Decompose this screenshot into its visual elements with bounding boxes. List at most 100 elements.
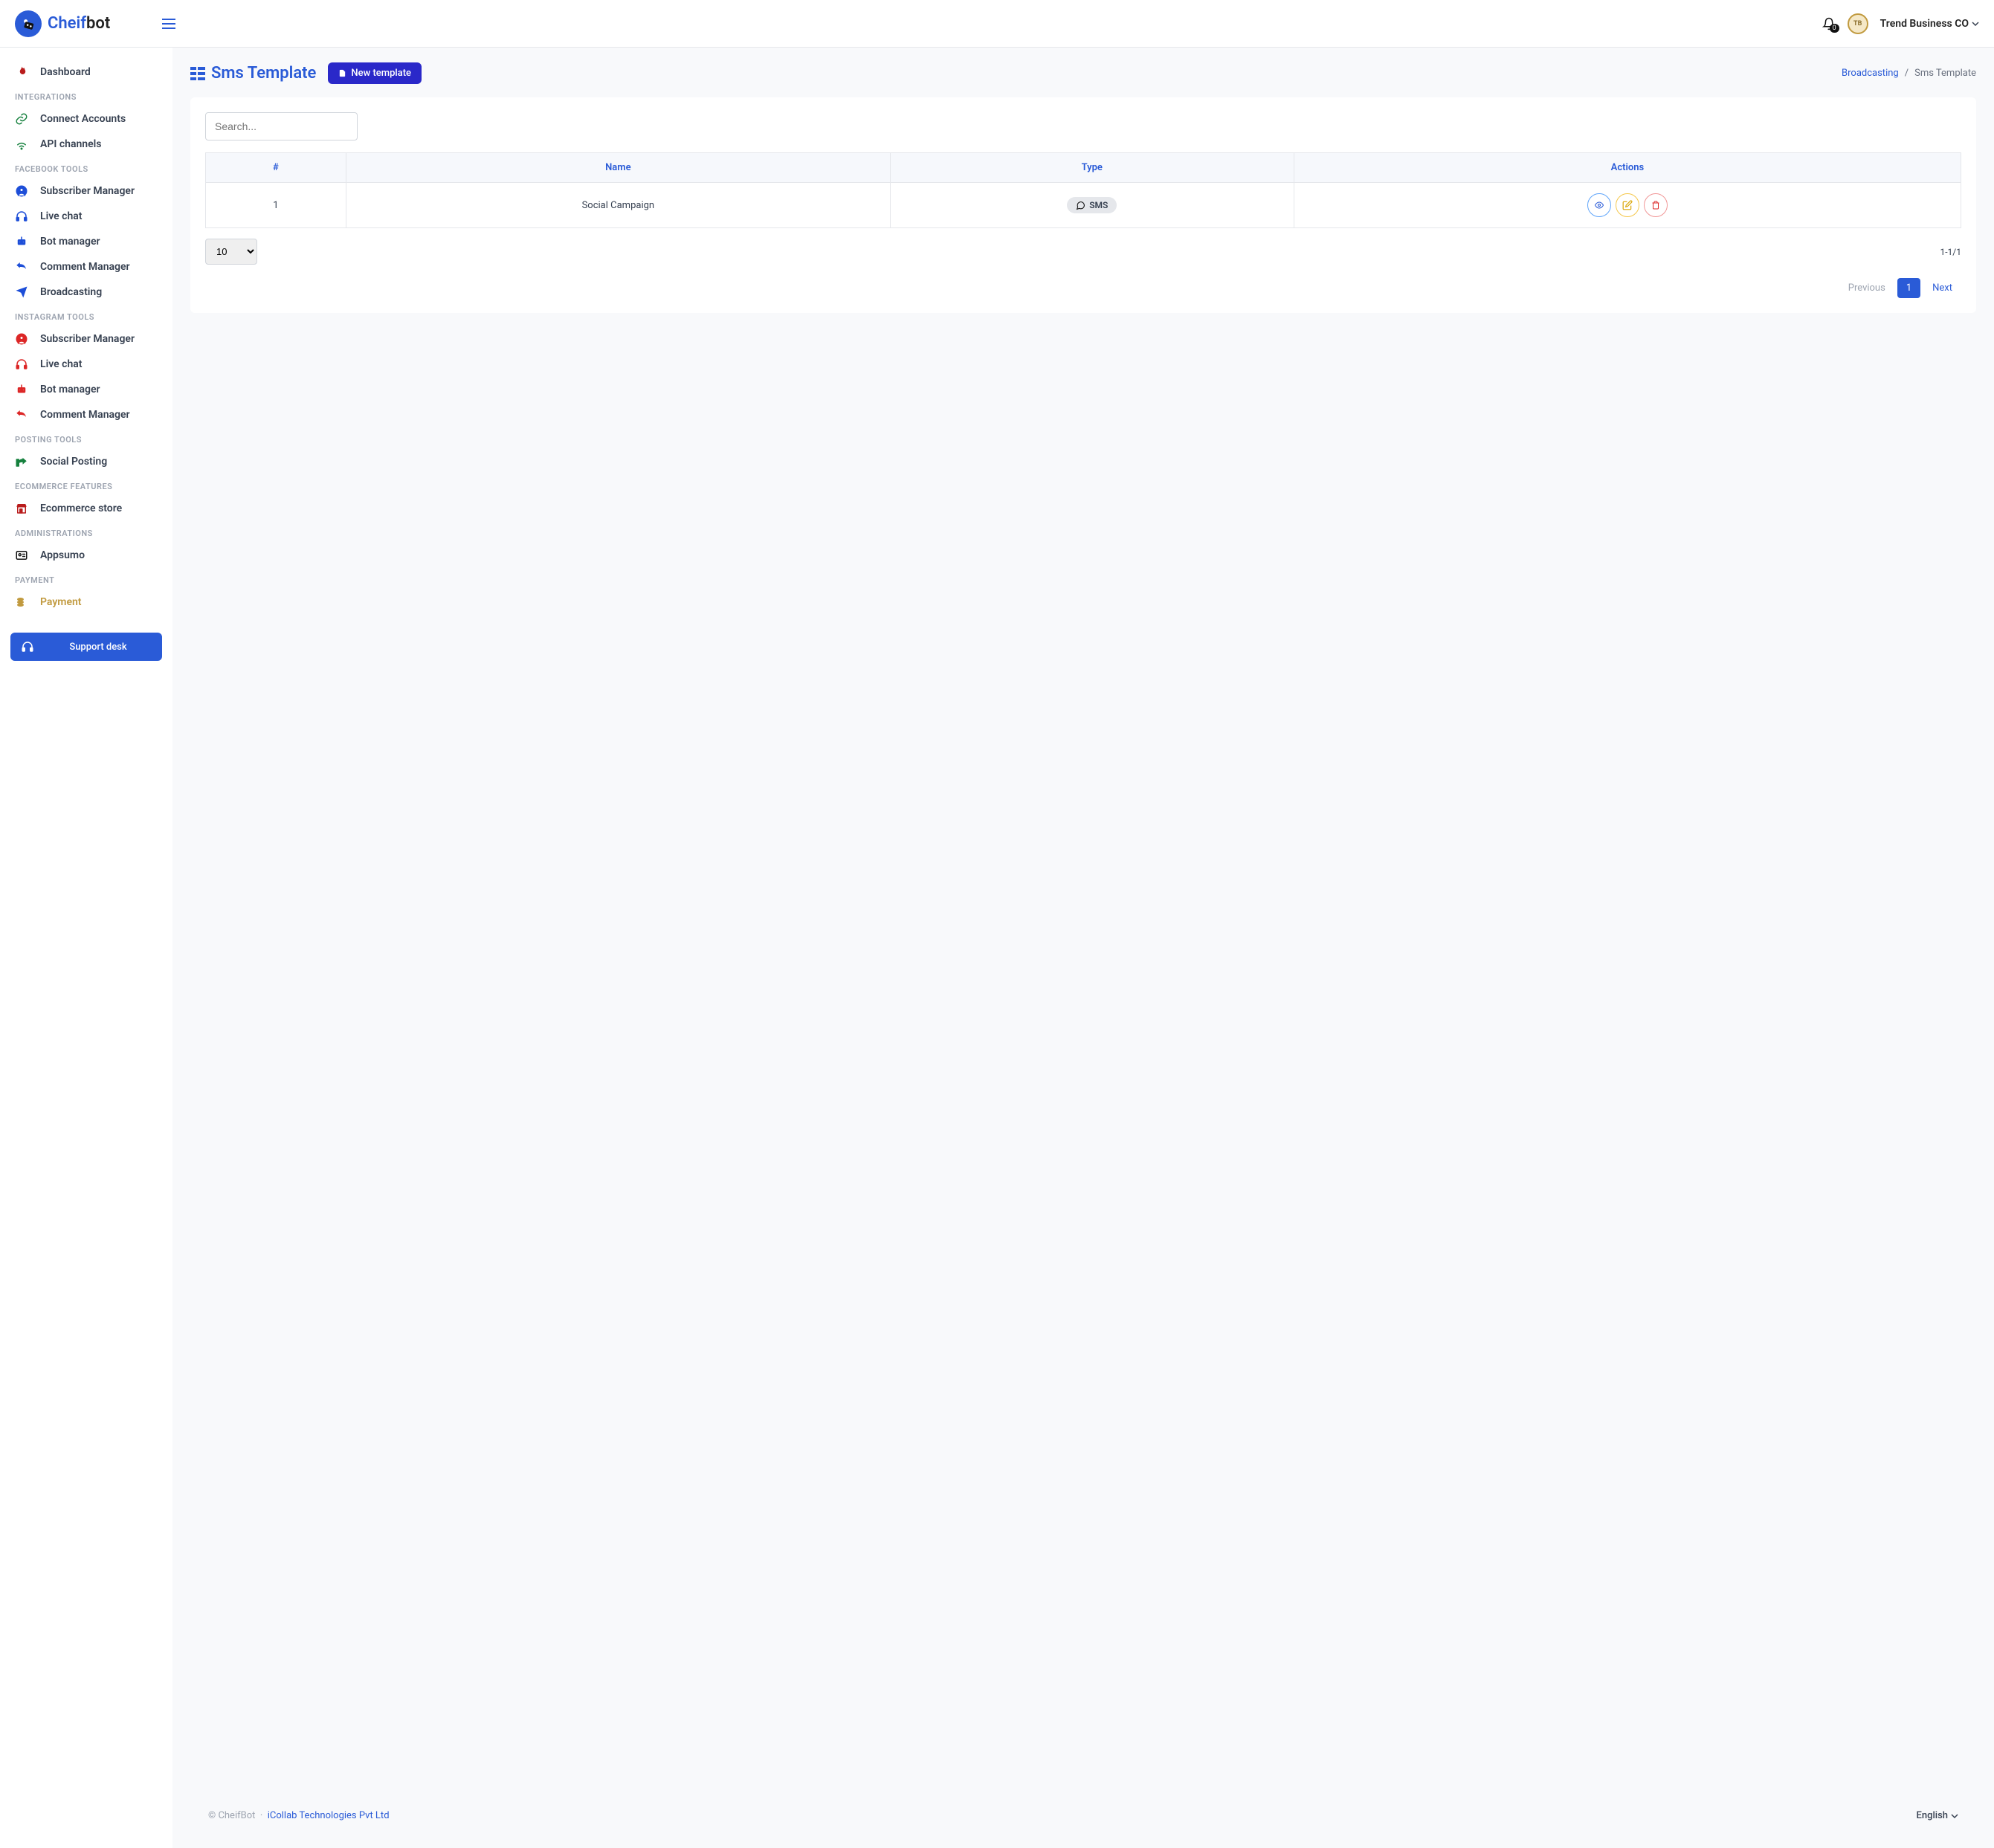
user-circle-icon — [15, 332, 30, 346]
fire-icon — [15, 65, 30, 79]
sidebar-item-social-posting[interactable]: Social Posting — [0, 449, 172, 474]
support-desk-label: Support desk — [45, 642, 152, 653]
list-icon — [190, 67, 205, 80]
breadcrumb-current: Sms Template — [1914, 68, 1976, 79]
delete-button[interactable] — [1644, 193, 1668, 217]
sidebar-item-subscriber-manager[interactable]: Subscriber Manager — [0, 326, 172, 352]
notification-count-badge: 0 — [1830, 24, 1839, 33]
nav-section-posting-tools: Posting Tools — [0, 427, 172, 449]
cell-name: Social Campaign — [346, 183, 890, 228]
logo-icon — [15, 10, 42, 37]
edit-button[interactable] — [1616, 193, 1639, 217]
eye-icon — [1593, 201, 1605, 210]
next-page[interactable]: Next — [1923, 278, 1961, 298]
cell-type: SMS — [890, 183, 1294, 228]
edit-icon — [1622, 200, 1633, 210]
sidebar-item-label: Payment — [40, 596, 82, 608]
page-title: Sms Template — [190, 64, 316, 83]
sidebar-item-ecommerce-store[interactable]: Ecommerce store — [0, 496, 172, 521]
sidebar-item-bot-manager[interactable]: Bot manager — [0, 229, 172, 254]
page-size-select[interactable]: 10 — [205, 239, 257, 265]
sidebar-item-label: API channels — [40, 138, 101, 150]
sidebar-item-label: Comment Manager — [40, 409, 130, 421]
robot-icon — [15, 383, 30, 396]
sidebar-item-label: Dashboard — [40, 66, 91, 78]
reply-icon — [15, 260, 30, 274]
sidebar-item-dashboard[interactable]: Dashboard — [0, 59, 172, 85]
user-menu[interactable]: Trend Business CO — [1880, 18, 1979, 30]
sidebar-item-broadcasting[interactable]: Broadcasting — [0, 280, 172, 305]
new-template-button[interactable]: New template — [328, 62, 422, 84]
sidebar-item-connect-accounts[interactable]: Connect Accounts — [0, 106, 172, 132]
search-input[interactable] — [205, 112, 358, 140]
robot-icon — [15, 235, 30, 248]
sidebar-item-live-chat[interactable]: Live chat — [0, 204, 172, 229]
breadcrumb-parent[interactable]: Broadcasting — [1842, 68, 1899, 79]
sidebar: DashboardIntegrationsConnect AccountsAPI… — [0, 48, 172, 1848]
nav-section-payment: Payment — [0, 568, 172, 589]
chevron-down-icon — [1972, 22, 1979, 26]
file-plus-icon — [338, 68, 346, 78]
user-circle-icon — [15, 184, 30, 198]
pagination: Previous 1 Next — [1839, 278, 1961, 298]
col-name-header[interactable]: Name — [346, 153, 890, 183]
sidebar-item-payment[interactable]: Payment — [0, 589, 172, 615]
sidebar-item-label: Social Posting — [40, 456, 107, 468]
id-card-icon — [15, 549, 30, 562]
page-1[interactable]: 1 — [1897, 278, 1920, 298]
footer-company-link[interactable]: iCollab Technologies Pvt Ltd — [268, 1810, 390, 1821]
sidebar-item-subscriber-manager[interactable]: Subscriber Manager — [0, 178, 172, 204]
sidebar-item-live-chat[interactable]: Live chat — [0, 352, 172, 377]
sidebar-item-api-channels[interactable]: API channels — [0, 132, 172, 157]
nav-section-administrations: Administrations — [0, 521, 172, 543]
wifi-icon — [15, 138, 30, 151]
nav-section-facebook-tools: Facebook Tools — [0, 157, 172, 178]
headset-icon — [15, 358, 30, 371]
brand-logo[interactable]: Cheifbot — [15, 10, 110, 37]
sidebar-item-label: Live chat — [40, 358, 82, 370]
chevron-down-icon — [1951, 1814, 1958, 1818]
page-title-text: Sms Template — [211, 64, 316, 83]
nav-section-ecommerce-features: Ecommerce Features — [0, 474, 172, 496]
share-icon — [15, 455, 30, 468]
store-icon — [15, 502, 30, 515]
avatar[interactable]: TB — [1848, 13, 1868, 34]
sidebar-item-label: Subscriber Manager — [40, 333, 135, 345]
templates-table: # Name Type Actions 1 Social Campaign — [205, 152, 1961, 228]
sidebar-item-label: Bot manager — [40, 236, 100, 248]
sidebar-item-appsumo[interactable]: Appsumo — [0, 543, 172, 568]
sidebar-item-label: Connect Accounts — [40, 113, 126, 125]
headset-icon — [21, 640, 34, 653]
col-id-header[interactable]: # — [206, 153, 346, 183]
support-desk-button[interactable]: Support desk — [10, 633, 162, 661]
sidebar-item-label: Comment Manager — [40, 261, 130, 273]
sidebar-item-label: Broadcasting — [40, 286, 102, 298]
sidebar-item-comment-manager[interactable]: Comment Manager — [0, 254, 172, 280]
cell-id: 1 — [206, 183, 346, 228]
view-button[interactable] — [1587, 193, 1611, 217]
main-content: Sms Template New template Broadcasting /… — [172, 48, 1994, 1848]
language-select[interactable]: English — [1917, 1810, 1959, 1821]
link-icon — [15, 112, 30, 126]
chat-icon — [1076, 201, 1085, 210]
hamburger-icon[interactable] — [162, 19, 175, 29]
sidebar-item-label: Live chat — [40, 210, 82, 222]
reply-icon — [15, 408, 30, 421]
notifications-button[interactable]: 0 — [1822, 16, 1836, 31]
headset-icon — [15, 210, 30, 223]
sidebar-item-label: Bot manager — [40, 384, 100, 395]
breadcrumb: Broadcasting / Sms Template — [1842, 68, 1976, 79]
footer-copyright: © CheifBot — [208, 1810, 255, 1821]
col-actions-header: Actions — [1294, 153, 1961, 183]
nav-section-instagram-tools: Instagram Tools — [0, 305, 172, 326]
topbar: Cheifbot 0 TB Trend Business CO — [0, 0, 1994, 48]
range-info: 1-1/1 — [1940, 247, 1962, 257]
col-type-header[interactable]: Type — [890, 153, 1294, 183]
user-name-label: Trend Business CO — [1880, 18, 1969, 30]
sidebar-item-label: Ecommerce store — [40, 503, 122, 514]
sidebar-item-comment-manager[interactable]: Comment Manager — [0, 402, 172, 427]
sidebar-item-bot-manager[interactable]: Bot manager — [0, 377, 172, 402]
brand-text: Cheifbot — [48, 14, 110, 33]
prev-page[interactable]: Previous — [1839, 278, 1894, 298]
table-row: 1 Social Campaign SMS — [206, 183, 1961, 228]
